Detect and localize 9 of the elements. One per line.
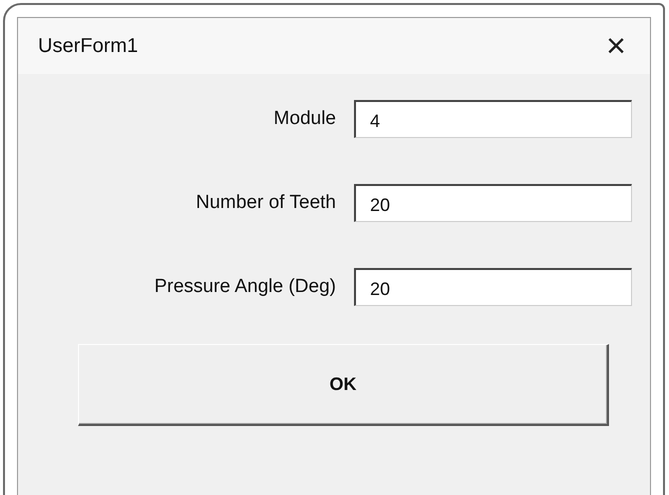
close-button[interactable]: × bbox=[598, 29, 634, 63]
input-field[interactable]: 20 bbox=[354, 184, 632, 222]
ok-button[interactable]: OK bbox=[78, 344, 609, 426]
field-label: Pressure Angle (Deg) bbox=[153, 274, 336, 299]
input-field[interactable]: 20 bbox=[354, 268, 632, 306]
input-field[interactable]: 4 bbox=[354, 100, 632, 138]
field-label: Module bbox=[272, 106, 336, 131]
field-label: Number of Teeth bbox=[194, 190, 336, 215]
window-title: UserForm1 bbox=[38, 34, 138, 59]
